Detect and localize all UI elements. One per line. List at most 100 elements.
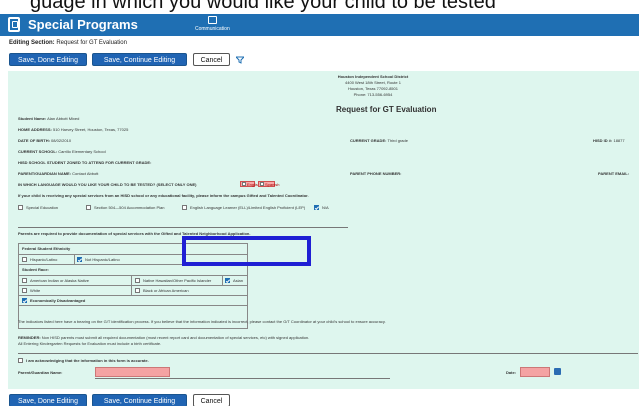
hisd-id-row: HISD ID #: 18877	[593, 138, 625, 143]
parent-guardian-name-input[interactable]	[95, 367, 170, 377]
parent-email-label: PARENT EMAIL:	[598, 171, 630, 176]
service-na-checkbox[interactable]	[314, 205, 319, 210]
service-na-label: N/A	[322, 205, 329, 210]
current-grade-row: CURRENT GRADE: Third grade	[350, 138, 408, 143]
table-divider	[19, 285, 247, 286]
service-504-label: Section 504—504 Accommodation Plan	[94, 205, 165, 210]
dob-value: 08/02/2010	[51, 138, 72, 143]
ethnicity-not-hispanic-checkbox[interactable]	[77, 257, 82, 262]
hisd-id-value: 18877	[613, 138, 625, 143]
app-header: Special Programs Communication	[0, 14, 639, 36]
calendar-icon[interactable]	[554, 368, 561, 375]
save-done-button[interactable]: Save, Done Editing	[9, 53, 87, 66]
signature-line	[95, 378, 390, 379]
language-spanish-label: Spanish	[265, 182, 280, 187]
save-continue-button-bottom[interactable]: Save, Continue Editing	[92, 394, 187, 406]
language-option-spanish[interactable]: Spanish	[258, 181, 279, 187]
econ-disadvantaged-label: Economically Disadvantaged	[30, 298, 86, 303]
student-name-label: Student Name:	[18, 116, 47, 121]
communication-icon[interactable]	[208, 16, 217, 24]
form-title: Request for GT Evaluation	[336, 105, 437, 114]
save-continue-button[interactable]: Save, Continue Editing	[92, 53, 187, 66]
student-name-row: Student Name: Alan Abbott Mixed	[18, 116, 79, 121]
dob-row: DATE OF BIRTH: 08/02/2010	[18, 138, 71, 143]
home-address-label: HOME ADDRESS:	[18, 127, 52, 132]
current-grade-value: Third grade	[387, 138, 408, 143]
table-vline	[222, 275, 223, 285]
current-school-value: Carrillo Elementary School	[58, 149, 106, 154]
editing-section: Editing Section: Request for GT Evaluati…	[9, 40, 127, 46]
race-american-indian-checkbox[interactable]	[22, 278, 27, 283]
parent-name-label: PARENT/GUARDIAN NAME:	[18, 171, 72, 176]
gt-request-form: Houston Independent School District 4400…	[8, 71, 639, 389]
home-address-row: HOME ADDRESS: 510 Harvey Street, Houston…	[18, 127, 128, 132]
race-white-checkbox[interactable]	[22, 288, 27, 293]
parent-phone-label: PARENT PHONE NUMBER:	[350, 171, 402, 176]
service-special-ed-checkbox[interactable]	[18, 205, 23, 210]
service-ell-label: English Language Learner (ELL)/Limited E…	[190, 205, 306, 210]
current-grade-label: CURRENT GRADE:	[350, 138, 387, 143]
language-question: IN WHICH LANGUAGE WOULD YOU LIKE YOUR CH…	[18, 182, 197, 187]
date-label: Date:	[506, 370, 517, 375]
table-divider	[19, 275, 247, 276]
date-input[interactable]	[520, 367, 550, 377]
language-spanish-checkbox[interactable]	[260, 182, 264, 186]
powerschool-logo-icon	[8, 17, 20, 32]
race-white-label: White	[30, 288, 41, 293]
current-school-label: CURRENT SCHOOL:	[18, 149, 58, 154]
highlight-box	[182, 236, 311, 266]
caption-text: guage in which you would like your child…	[30, 0, 496, 13]
zoned-school-label: HISD SCHOOL STUDENT ZONED TO ATTEND FOR …	[18, 160, 152, 165]
editing-section-label: Editing Section:	[9, 40, 55, 46]
special-services-note: If your child is receiving any special s…	[18, 193, 309, 198]
divider-line	[18, 227, 348, 228]
race-header: Student Race:	[22, 267, 49, 272]
table-vline	[74, 254, 75, 264]
home-address-value: 510 Harvey Street, Houston, Texas, 77025	[52, 127, 129, 132]
ethnicity-header: Federal Student Ethnicity	[22, 246, 71, 251]
language-english-checkbox[interactable]	[242, 182, 246, 186]
acknowledge-label: I am acknowledging that the information …	[26, 358, 149, 363]
econ-disadvantaged-checkbox[interactable]	[22, 298, 27, 303]
race-pacific-islander-checkbox[interactable]	[135, 278, 140, 283]
ethnicity-hispanic-label: Hispanic/Latino	[30, 257, 58, 262]
caption-strip: guage in which you would like your child…	[0, 0, 639, 14]
race-asian-checkbox[interactable]	[225, 278, 230, 283]
letterhead-city: Houston, Texas 77092-8501	[348, 86, 398, 91]
communication-label[interactable]: Communication	[195, 26, 230, 32]
app-title: Special Programs	[28, 17, 138, 32]
service-504-checkbox[interactable]	[86, 205, 91, 210]
letterhead-phone: Phone: 713-556-6954	[353, 92, 393, 97]
save-done-button-bottom[interactable]: Save, Done Editing	[9, 394, 87, 406]
reminder-text-2: All Entering Kindergarten Requests for E…	[18, 341, 162, 346]
ethnicity-not-hispanic-label: Not Hispanic/Latino	[85, 257, 120, 262]
funnel-icon[interactable]	[236, 56, 244, 64]
race-american-indian-label: American Indian or Alaska Native	[30, 278, 89, 283]
race-asian-label: Asian	[233, 278, 244, 283]
editing-section-value: Request for GT Evaluation	[56, 40, 127, 46]
parent-name-value: Contact Abbott	[72, 171, 99, 176]
language-option-english[interactable]: English	[240, 181, 260, 187]
dob-label: DATE OF BIRTH:	[18, 138, 50, 143]
divider-line	[18, 353, 638, 354]
hisd-id-label: HISD ID #:	[593, 138, 613, 143]
indicators-text: The indicators listed here have a bearin…	[18, 319, 386, 324]
cancel-button-bottom[interactable]: Cancel	[193, 394, 230, 406]
parent-guardian-name-label: Parent/Guardian Name:	[18, 370, 63, 375]
table-divider	[19, 295, 247, 296]
current-school-row: CURRENT SCHOOL: Carrillo Elementary Scho…	[18, 149, 106, 154]
ethnicity-hispanic-checkbox[interactable]	[22, 257, 27, 262]
reminder-label: REMINDER:	[18, 335, 41, 340]
service-ell-checkbox[interactable]	[182, 205, 187, 210]
race-black-label: Black or African American	[143, 288, 189, 293]
reminder-row: REMINDER: Non HISD parents must submit a…	[18, 335, 309, 340]
acknowledge-checkbox[interactable]	[18, 358, 23, 363]
parent-row: PARENT/GUARDIAN NAME: Contact Abbott	[18, 171, 98, 176]
cancel-button[interactable]: Cancel	[193, 53, 230, 66]
table-divider	[19, 305, 247, 306]
letterhead-district: Houston Independent School District	[337, 74, 409, 79]
race-black-checkbox[interactable]	[135, 288, 140, 293]
student-name-value: Alan Abbott Mixed	[47, 116, 80, 121]
race-pacific-islander-label: Native Hawaiian/Other Pacific Islander	[143, 278, 212, 283]
letterhead-street: 4400 West 18th Street, Route 1	[345, 80, 401, 85]
